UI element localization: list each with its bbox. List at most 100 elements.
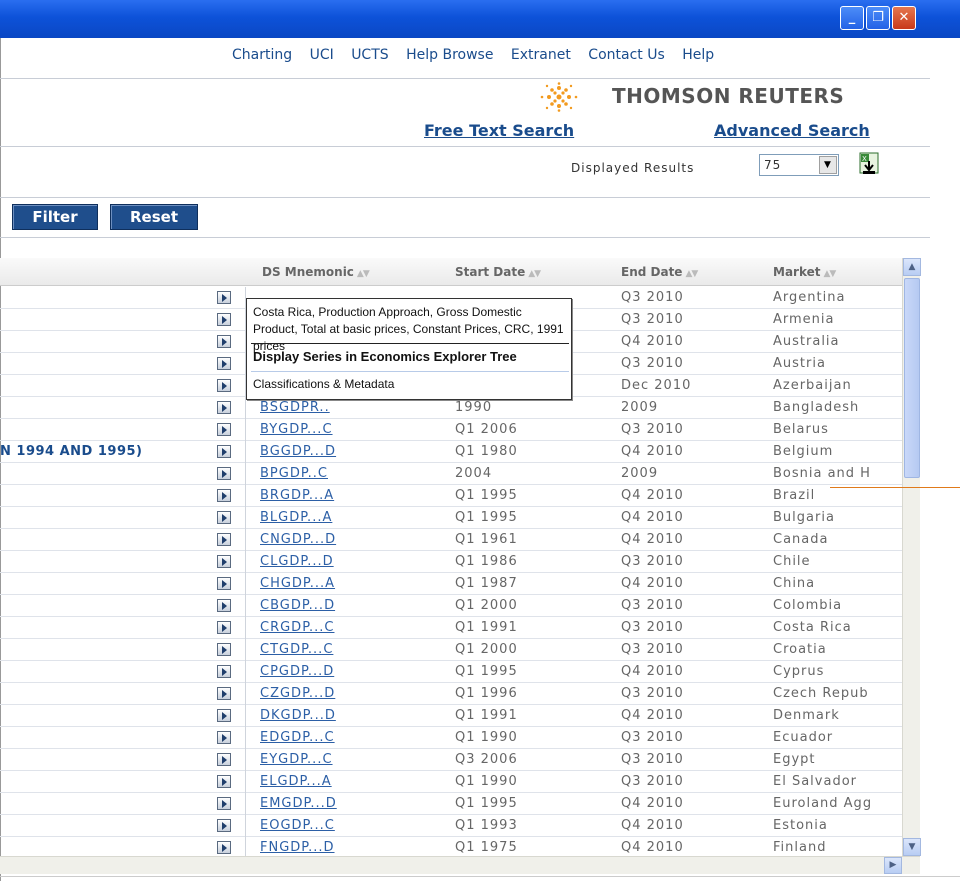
ds-mnemonic-link[interactable]: CZGDP...D — [260, 686, 335, 701]
ds-mnemonic-link[interactable]: BPGDP..C — [260, 466, 328, 481]
ds-mnemonic-link[interactable]: BSGDPR.. — [260, 400, 330, 415]
close-button[interactable]: ✕ — [892, 6, 916, 30]
column-header-mnemonic[interactable]: DS Mnemonic ▲▼ — [262, 265, 370, 279]
ds-mnemonic-link[interactable]: BLGDP...A — [260, 510, 332, 525]
nav-extranet[interactable]: Extranet — [511, 47, 571, 63]
table-row[interactable]: CZGDP...D Q1 1996 Q3 2010 Czech Repub — [0, 683, 902, 705]
ds-mnemonic-link[interactable]: BRGDP...A — [260, 488, 334, 503]
table-row[interactable]: CLGDP...D Q1 1986 Q3 2010 Chile — [0, 551, 902, 573]
expand-arrow-icon[interactable] — [217, 489, 231, 502]
expand-arrow-icon[interactable] — [217, 841, 231, 854]
table-row[interactable]: CNGDP...D Q1 1961 Q4 2010 Canada — [0, 529, 902, 551]
ds-mnemonic-link[interactable]: ELGDP...A — [260, 774, 332, 789]
nav-help[interactable]: Help — [682, 47, 714, 63]
expand-arrow-icon[interactable] — [217, 357, 231, 370]
series-description[interactable]: N 1994 AND 1995) — [0, 444, 143, 459]
ds-mnemonic-link[interactable]: FNGDP...D — [260, 840, 335, 855]
expand-arrow-icon[interactable] — [217, 643, 231, 656]
horizontal-scrollbar[interactable]: ▶ — [0, 856, 920, 874]
expand-arrow-icon[interactable] — [217, 797, 231, 810]
reset-button[interactable]: Reset — [110, 204, 198, 230]
nav-ucts[interactable]: UCTS — [351, 47, 388, 63]
table-row[interactable]: CPGDP...D Q1 1995 Q4 2010 Cyprus — [0, 661, 902, 683]
nav-charting[interactable]: Charting — [232, 47, 292, 63]
ds-mnemonic-link[interactable]: EMGDP...D — [260, 796, 337, 811]
restore-button[interactable]: ❐ — [866, 6, 890, 30]
classifications-metadata-link[interactable]: Classifications & Metadata — [253, 377, 394, 391]
expand-arrow-icon[interactable] — [217, 753, 231, 766]
table-row[interactable]: CTGDP...C Q1 2000 Q3 2010 Croatia — [0, 639, 902, 661]
nav-help-browse[interactable]: Help Browse — [406, 47, 493, 63]
displayed-results-select[interactable]: 75 ▼ — [759, 154, 839, 176]
column-header-market[interactable]: Market ▲▼ — [773, 265, 836, 279]
expand-arrow-icon[interactable] — [217, 731, 231, 744]
minimize-button[interactable]: _ — [840, 6, 864, 30]
ds-mnemonic-link[interactable]: EDGDP...C — [260, 730, 335, 745]
expand-arrow-icon[interactable] — [217, 621, 231, 634]
expand-arrow-icon[interactable] — [217, 335, 231, 348]
expand-arrow-icon[interactable] — [217, 665, 231, 678]
ds-mnemonic-link[interactable]: CPGDP...D — [260, 664, 334, 679]
ds-mnemonic-link[interactable]: CTGDP...C — [260, 642, 333, 657]
expand-arrow-icon[interactable] — [217, 423, 231, 436]
column-header-start-date[interactable]: Start Date ▲▼ — [455, 265, 541, 279]
excel-export-icon[interactable]: X — [857, 152, 883, 176]
table-row[interactable]: BLGDP...A Q1 1995 Q4 2010 Bulgaria — [0, 507, 902, 529]
expand-arrow-icon[interactable] — [217, 775, 231, 788]
expand-arrow-icon[interactable] — [217, 379, 231, 392]
scroll-right-icon[interactable]: ▶ — [884, 857, 902, 874]
table-row[interactable]: BPGDP..C 2004 2009 Bosnia and H — [0, 463, 902, 485]
ds-mnemonic-link[interactable]: EYGDP...C — [260, 752, 333, 767]
ds-mnemonic-link[interactable]: BYGDP...C — [260, 422, 333, 437]
table-row[interactable]: EOGDP...C Q1 1993 Q4 2010 Estonia — [0, 815, 902, 837]
expand-arrow-icon[interactable] — [217, 313, 231, 326]
advanced-search-link[interactable]: Advanced Search — [714, 121, 870, 140]
ds-mnemonic-link[interactable]: CLGDP...D — [260, 554, 334, 569]
nav-uci[interactable]: UCI — [310, 47, 334, 63]
scroll-thumb[interactable] — [904, 278, 920, 478]
ds-mnemonic-link[interactable]: BGGDP...D — [260, 444, 336, 459]
expand-arrow-icon[interactable] — [217, 577, 231, 590]
expand-arrow-icon[interactable] — [217, 401, 231, 414]
expand-arrow-icon[interactable] — [217, 511, 231, 524]
expand-arrow-icon[interactable] — [217, 819, 231, 832]
table-row[interactable]: CRGDP...C Q1 1991 Q3 2010 Costa Rica — [0, 617, 902, 639]
table-row[interactable]: EYGDP...C Q3 2006 Q3 2010 Egypt — [0, 749, 902, 771]
filter-button[interactable]: Filter — [12, 204, 98, 230]
table-row[interactable]: CHGDP...A Q1 1987 Q4 2010 China — [0, 573, 902, 595]
ds-mnemonic-link[interactable]: CHGDP...A — [260, 576, 335, 591]
market: Argentina — [773, 290, 846, 305]
column-header-end-date[interactable]: End Date ▲▼ — [621, 265, 698, 279]
expand-arrow-icon[interactable] — [217, 445, 231, 458]
chevron-down-icon[interactable]: ▼ — [819, 156, 837, 174]
table-row[interactable]: CBGDP...D Q1 2000 Q3 2010 Colombia — [0, 595, 902, 617]
ds-mnemonic-link[interactable]: CRGDP...C — [260, 620, 334, 635]
ds-mnemonic-link[interactable]: EOGDP...C — [260, 818, 335, 833]
expand-arrow-icon[interactable] — [217, 533, 231, 546]
expand-arrow-icon[interactable] — [217, 555, 231, 568]
table-row[interactable]: BSGDPR.. 1990 2009 Bangladesh — [0, 397, 902, 419]
expand-arrow-icon[interactable] — [217, 709, 231, 722]
table-row[interactable]: BRGDP...A Q1 1995 Q4 2010 Brazil — [0, 485, 902, 507]
vertical-scrollbar[interactable]: ▲ ▼ — [902, 258, 921, 856]
display-in-explorer-link[interactable]: Display Series in Economics Explorer Tre… — [253, 349, 517, 364]
ds-mnemonic-link[interactable]: DKGDP...D — [260, 708, 336, 723]
nav-contact-us[interactable]: Contact Us — [588, 47, 664, 63]
free-text-search-link[interactable]: Free Text Search — [424, 121, 574, 140]
table-row[interactable]: DKGDP...D Q1 1991 Q4 2010 Denmark — [0, 705, 902, 727]
expand-arrow-icon[interactable] — [217, 599, 231, 612]
table-row[interactable]: N 1994 AND 1995) BGGDP...D Q1 1980 Q4 2010 B… — [0, 441, 902, 463]
table-row[interactable]: ELGDP...A Q1 1990 Q3 2010 El Salvador — [0, 771, 902, 793]
scroll-up-icon[interactable]: ▲ — [903, 258, 921, 276]
divider — [0, 237, 930, 238]
ds-mnemonic-link[interactable]: CBGDP...D — [260, 598, 335, 613]
table-row[interactable]: EDGDP...C Q1 1990 Q3 2010 Ecuador — [0, 727, 902, 749]
table-row[interactable]: BYGDP...C Q1 2006 Q3 2010 Belarus — [0, 419, 902, 441]
table-row[interactable]: EMGDP...D Q1 1995 Q4 2010 Euroland Agg — [0, 793, 902, 815]
ds-mnemonic-link[interactable]: CNGDP...D — [260, 532, 336, 547]
scroll-down-icon[interactable]: ▼ — [903, 838, 921, 856]
market: Bosnia and H — [773, 466, 871, 481]
expand-arrow-icon[interactable] — [217, 687, 231, 700]
expand-arrow-icon[interactable] — [217, 291, 231, 304]
expand-arrow-icon[interactable] — [217, 467, 231, 480]
